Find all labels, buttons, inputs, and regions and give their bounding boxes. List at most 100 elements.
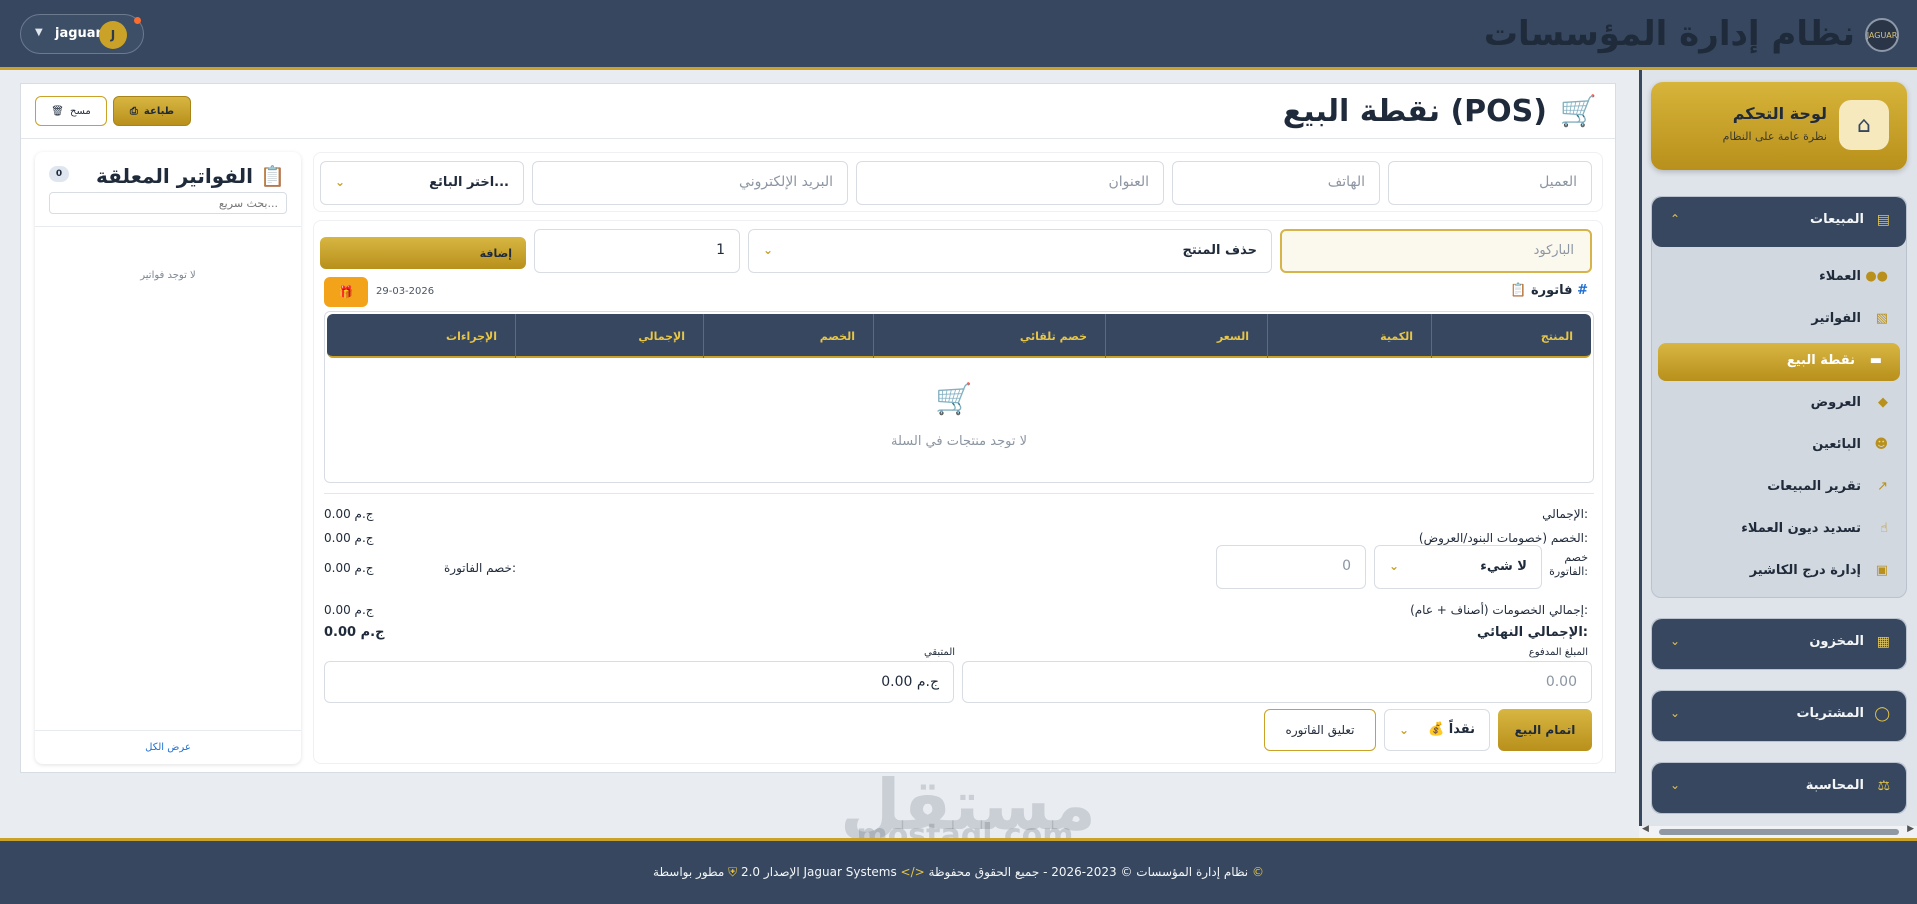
barcode-input[interactable]: الباركود (1280, 229, 1592, 273)
user-menu[interactable]: ▼ jaguar J (20, 14, 144, 54)
total-label: الإجمالي: (1542, 507, 1588, 521)
column-header: الإجمالي (515, 314, 703, 358)
sidebar-item-pos[interactable]: ▬ نقطة البيع (1658, 343, 1900, 381)
app-title: نظام إدارة المؤسسات (1483, 14, 1855, 54)
sidebar-item-label: تقرير المبيعات (1767, 479, 1861, 494)
chevron-down-icon: ⌄ (1670, 706, 1681, 720)
sidebar-section-purchases-header[interactable]: ◯ المشتريات ⌄ (1652, 691, 1906, 741)
cart-area: الباركود حذف المنتج ⌄ 1 إضافة 📋 فاتورة #… (313, 220, 1603, 764)
footer-text: الإصدار 2.0 ⛨ مطور بواسطة Jaguar Systems… (0, 865, 1917, 880)
home-icon: ⌂ (1839, 100, 1889, 150)
customer-field[interactable]: العميل (1388, 161, 1592, 205)
chart-line-icon: ↗ (1877, 479, 1888, 494)
brand-logo[interactable]: JAGUAR (1865, 18, 1899, 52)
printer-icon: ⎙ (129, 105, 138, 117)
invoice-hash: # (1577, 283, 1588, 298)
remaining-label: المتبقي (924, 647, 956, 658)
pending-invoices-panel: 📋 الفواتير المعلقة 0 لا توجد فواتير عرض … (35, 152, 301, 764)
clear-button[interactable]: 🗑 مسح (35, 96, 107, 126)
add-button[interactable]: إضافة (320, 237, 526, 269)
discount-type-value: لا شيء (1480, 559, 1527, 574)
phone-field[interactable]: الهاتف (1172, 161, 1380, 205)
sidebar-section-inventory[interactable]: ▦ المخزون ⌄ (1651, 618, 1907, 670)
card-icon: ▬ (1869, 353, 1882, 368)
notification-dot (134, 17, 141, 24)
address-field[interactable]: العنوان (856, 161, 1164, 205)
sidebar-section-inventory-header[interactable]: ▦ المخزون ⌄ (1652, 619, 1906, 669)
clipboard-icon: 📋 (260, 164, 285, 188)
view-all-link[interactable]: عرض الكل (35, 742, 301, 753)
horizontal-scrollbar[interactable]: ◀ ▶ (1639, 824, 1917, 838)
sidebar-section-purchases[interactable]: ◯ المشتريات ⌄ (1651, 690, 1907, 742)
scrollbar-thumb[interactable] (1659, 829, 1899, 835)
seller-select[interactable]: اختر البائع... ⌄ (320, 161, 524, 205)
sidebar-item-offers[interactable]: ◆ العروض (1652, 385, 1906, 423)
sidebar-item-sellers[interactable]: ☻ البائعين (1652, 427, 1906, 465)
invoice-discount-label: خصم الفاتورة: (1549, 551, 1588, 578)
code-icon: </> (900, 865, 925, 879)
avatar: J (99, 21, 127, 49)
dashboard-title: لوحة التحكم (1732, 104, 1827, 123)
invoice-discount-value-label: خصم الفاتورة: (444, 561, 517, 575)
trash-icon: 🗑 (51, 105, 64, 117)
payment-method-select[interactable]: 💰 نقداً ⌄ (1384, 709, 1490, 751)
column-header: الإجراءات (446, 330, 497, 343)
print-button[interactable]: ⎙ طباعة (113, 96, 191, 126)
invoice-label: فاتورة (1530, 283, 1573, 298)
hand-money-icon: ☝ (1880, 521, 1888, 536)
table-header: المنتج الكمية السعر خصم تلقائي الخصم الإ… (327, 314, 1591, 358)
top-bar: JAGUAR نظام إدارة المؤسسات ▼ jaguar J (0, 0, 1917, 70)
column-header: المنتج (1431, 314, 1591, 358)
invoice-discount-type-select[interactable]: لا شيء ⌄ (1374, 545, 1542, 589)
sidebar-item-label: العروض (1810, 395, 1861, 410)
scroll-left-icon[interactable]: ◀ (1642, 824, 1649, 834)
scroll-right-icon[interactable]: ▶ (1907, 824, 1914, 834)
sidebar-section-accounting-header[interactable]: ⚖ المحاسبة ⌄ (1652, 763, 1906, 813)
sidebar-section-accounting[interactable]: ⚖ المحاسبة ⌄ (1651, 762, 1907, 814)
product-select[interactable]: حذف المنتج ⌄ (748, 229, 1272, 273)
sidebar-item-label: إدارة درج الكاشير (1749, 563, 1861, 578)
money-bag-icon: 💰 (1428, 722, 1445, 737)
column-header: السعر (1105, 314, 1267, 358)
cart-icon: 🛒 (1559, 94, 1597, 129)
sidebar-item-label: نقطة البيع (1786, 353, 1855, 368)
item-discount-label: الخصم (خصومات البنود/العروض): (1418, 531, 1588, 545)
gift-button[interactable]: 🎁 (324, 277, 368, 307)
footer: الإصدار 2.0 ⛨ مطور بواسطة Jaguar Systems… (0, 838, 1917, 904)
total-value: 0.00 ج.م (324, 507, 374, 521)
user-tie-icon: ☻ (1874, 437, 1888, 452)
invoice-discount-input[interactable]: 0 (1216, 545, 1366, 589)
brand-logo-text: JAGUAR (1866, 30, 1898, 40)
sidebar-section-sales-header[interactable]: ▤ المبيعات ⌃ (1652, 197, 1906, 247)
sidebar-item-label: العملاء (1819, 269, 1861, 284)
sidebar-section-title: المبيعات (1810, 212, 1864, 227)
sidebar-section-sales: ▤ المبيعات ⌃ ●● العملاء ▧ الفواتير ▬ نقط… (1651, 196, 1907, 598)
invoice-icon: 📋 (1510, 283, 1527, 298)
sidebar-item-cash-drawer[interactable]: ▣ إدارة درج الكاشير (1652, 553, 1906, 591)
sidebar-section-title: المشتريات (1796, 706, 1864, 721)
basket-icon: ◯ (1874, 706, 1890, 722)
sidebar-item-sales-report[interactable]: ↗ تقرير المبيعات (1652, 469, 1906, 507)
sidebar-section-title: المخزون (1809, 634, 1864, 649)
sidebar-item-customers[interactable]: ●● العملاء (1652, 259, 1906, 297)
paid-amount-input[interactable]: 0.00 (962, 661, 1592, 703)
product-select-value: حذف المنتج (1182, 243, 1257, 258)
invoice-date: 29-03-2026 (376, 286, 435, 297)
suspend-invoice-button[interactable]: تعليق الفاتوره (1264, 709, 1376, 751)
sidebar-item-debt-payment[interactable]: ☝ تسديد ديون العملاء (1652, 511, 1906, 549)
gift-icon: 🎁 (338, 285, 354, 299)
print-label: طباعة (143, 105, 175, 117)
pending-search-input[interactable] (49, 192, 287, 214)
finish-sale-button[interactable]: اتمام البيع (1498, 709, 1592, 751)
chevron-down-icon: ⌄ (1670, 634, 1681, 648)
quantity-input[interactable]: 1 (534, 229, 740, 273)
remaining-value: 0.00 ج.م (324, 661, 954, 703)
chevron-down-icon: ⌄ (335, 175, 346, 189)
sidebar-item-invoices[interactable]: ▧ الفواتير (1652, 301, 1906, 339)
payment-method-value: نقداً (1448, 722, 1475, 737)
email-field[interactable]: البريد الإلكتروني (532, 161, 848, 205)
chevron-down-icon: ⌄ (1670, 778, 1681, 792)
sidebar-dashboard[interactable]: ⌂ لوحة التحكم نظرة عامة على النظام (1651, 82, 1907, 170)
item-discount-value: 0.00 ج.م (324, 531, 374, 545)
header-divider (21, 138, 1615, 139)
